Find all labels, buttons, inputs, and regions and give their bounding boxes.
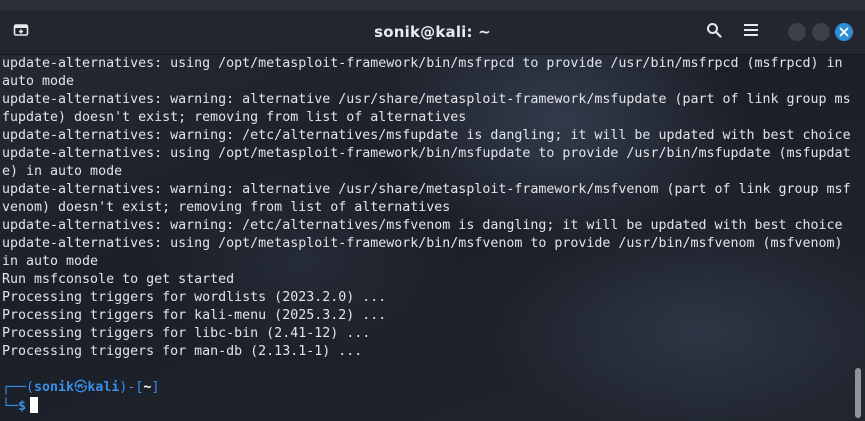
output-line: update-alternatives: warning: alternativ… bbox=[2, 92, 851, 107]
prompt-line-bottom[interactable]: └─$ bbox=[2, 397, 854, 415]
output-line: update-alternatives: using /opt/metasplo… bbox=[2, 236, 843, 251]
scrollbar-thumb[interactable] bbox=[855, 368, 861, 418]
output-line: in auto mode bbox=[2, 254, 99, 269]
window-title: sonik@kali: ~ bbox=[374, 23, 491, 41]
prompt-frame-end: ] bbox=[151, 380, 160, 395]
desktop-background-strip bbox=[0, 0, 865, 10]
output-line: fupdate) doesn't exist; removing from li… bbox=[2, 110, 467, 125]
output-line: update-alternatives: using /opt/metasplo… bbox=[2, 146, 851, 161]
maximize-button[interactable] bbox=[812, 23, 830, 41]
prompt-frame-top: ┌──( bbox=[2, 380, 35, 395]
terminal-window: sonik@kali: ~ update-alternatives: using… bbox=[0, 0, 865, 421]
search-icon bbox=[706, 22, 722, 43]
output-line: update-alternatives: warning: /etc/alter… bbox=[2, 218, 843, 233]
close-button[interactable] bbox=[835, 23, 853, 41]
output-line: Processing triggers for wordlists (2023.… bbox=[2, 290, 387, 305]
output-line: auto mode bbox=[2, 74, 75, 89]
text-cursor bbox=[30, 397, 39, 413]
search-button[interactable] bbox=[700, 19, 728, 45]
output-line: venom) doesn't exist; removing from list… bbox=[2, 200, 451, 215]
hamburger-menu-icon bbox=[743, 23, 759, 42]
prompt-frame-bottom: └─ bbox=[2, 399, 19, 414]
prompt-at-symbol: ㉿ bbox=[74, 380, 88, 395]
prompt-user: sonik bbox=[34, 380, 75, 395]
prompt-frame-mid: )-[ bbox=[119, 380, 144, 395]
output-line: Processing triggers for man-db (2.13.1-1… bbox=[2, 344, 363, 359]
output-line: update-alternatives: warning: /etc/alter… bbox=[2, 128, 851, 143]
output-line: e) in auto mode bbox=[2, 164, 123, 179]
menu-button[interactable] bbox=[737, 19, 765, 45]
output-line: update-alternatives: using /opt/metasplo… bbox=[2, 56, 843, 71]
output-line: Processing triggers for libc-bin (2.41-1… bbox=[2, 326, 371, 341]
output-line: Run msfconsole to get started bbox=[2, 272, 235, 287]
prompt-line-top: ┌──(sonik㉿kali)-[~] bbox=[2, 379, 854, 397]
terminal-output[interactable]: update-alternatives: using /opt/metasplo… bbox=[0, 55, 854, 421]
close-icon bbox=[839, 27, 849, 37]
title-bar[interactable]: sonik@kali: ~ bbox=[0, 10, 865, 55]
prompt-symbol: $ bbox=[18, 399, 27, 414]
minimize-button[interactable] bbox=[788, 23, 806, 41]
output-line: update-alternatives: warning: alternativ… bbox=[2, 182, 851, 197]
output-line: Processing triggers for kali-menu (2025.… bbox=[2, 308, 387, 323]
prompt-host: kali bbox=[87, 380, 120, 395]
